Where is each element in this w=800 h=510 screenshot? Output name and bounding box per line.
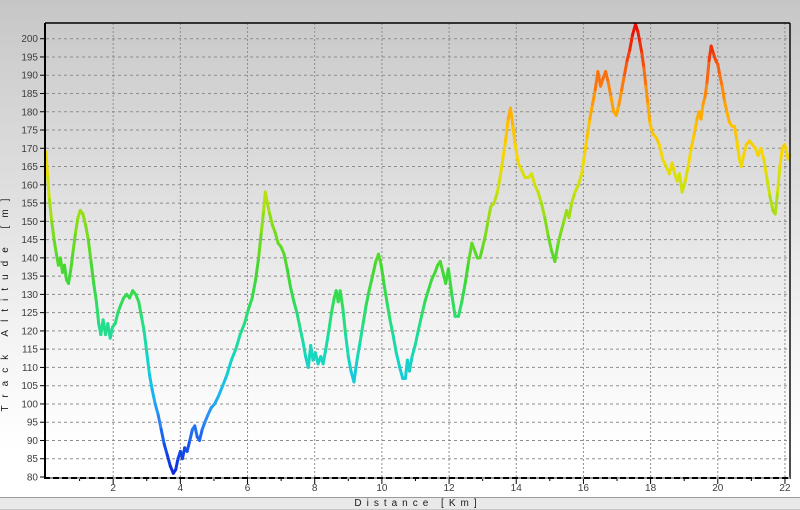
x-tick-label: 10: [376, 483, 388, 494]
x-tick-label: 20: [712, 483, 724, 494]
y-tick-label: 145: [21, 235, 38, 246]
y-tick-label: 200: [21, 34, 38, 45]
y-tick-label: 105: [21, 381, 38, 392]
x-tick-label: 12: [444, 483, 456, 494]
x-tick-label: 2: [110, 483, 116, 494]
y-tick-label: 100: [21, 399, 38, 410]
x-axis-title: Distance [Km]: [46, 498, 790, 510]
y-tick-label: 155: [21, 199, 38, 210]
x-tick-label: 18: [645, 483, 657, 494]
y-tick-label: 175: [21, 126, 38, 137]
x-axis-title-bar: Distance [Km]: [0, 497, 800, 509]
y-tick-label: 130: [21, 290, 38, 301]
y-tick-label: 115: [22, 345, 38, 356]
y-tick-label: 90: [27, 436, 39, 447]
y-tick-label: 190: [21, 71, 38, 82]
y-tick-label: 180: [21, 107, 38, 118]
track-altitude-line: [46, 24, 790, 473]
y-axis-title: Track Altitude [m]: [0, 165, 14, 437]
y-tick-label: 125: [21, 308, 38, 319]
tick-labels: 80 85 90 95 100 105 110 115 120 125 130 135 140 145 15…: [21, 34, 791, 494]
y-tick-label: 195: [21, 52, 38, 63]
y-tick-label: 95: [27, 418, 39, 429]
y-tick-label: 170: [21, 144, 38, 155]
y-tick-label: 160: [21, 180, 38, 191]
y-tick-label: 120: [21, 326, 38, 337]
altitude-chart-window: { "window": { "background_top": "#c6c6c6…: [0, 0, 800, 509]
x-tick-label: 16: [578, 483, 590, 494]
x-tick-label: 8: [312, 483, 318, 494]
altitude-profile-plot: 80 85 90 95 100 105 110 115 120 125 130 135 140 145 15…: [0, 0, 800, 509]
y-tick-label: 165: [21, 162, 38, 173]
y-tick-label: 140: [21, 253, 38, 264]
y-tick-label: 85: [27, 454, 39, 465]
x-tick-label: 14: [511, 483, 523, 494]
y-tick-label: 110: [22, 363, 38, 374]
x-tick-label: 22: [779, 483, 791, 494]
y-tick-label: 185: [21, 89, 38, 100]
y-tick-label: 80: [27, 473, 39, 484]
x-tick-label: 4: [178, 483, 184, 494]
x-tick-label: 6: [245, 483, 251, 494]
y-tick-label: 135: [21, 272, 38, 283]
y-tick-label: 150: [21, 217, 38, 228]
